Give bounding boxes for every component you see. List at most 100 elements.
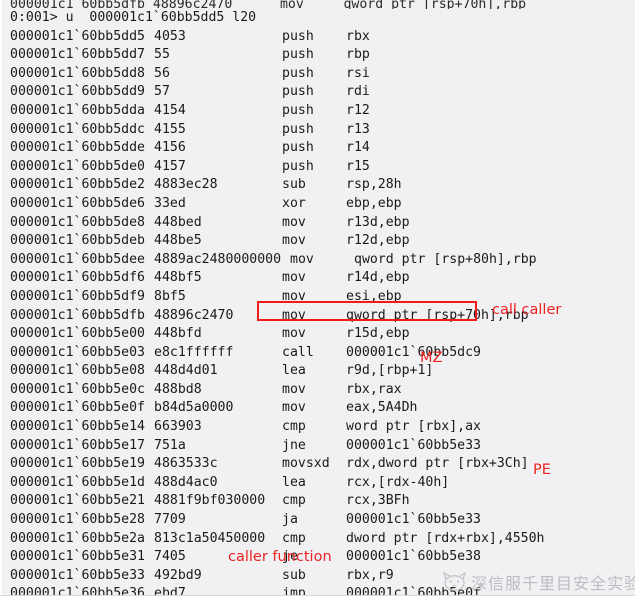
disassembly-row[interactable]: 000001c1`60bb5dd8 56 push rsi [2, 65, 635, 84]
instruction-mnemonic: jne [282, 437, 306, 453]
instruction-bytes: 4883ec28 [154, 177, 218, 193]
instruction-operands: word ptr [rbx],ax [346, 419, 481, 435]
disassembly-row[interactable]: 000001c1`60bb5deb 448be5 mov r12d,ebp [2, 232, 635, 251]
disassembly-row[interactable]: 000001c1`60bb5e03 e8c1ffffff call 000001c1`… [2, 344, 635, 363]
instruction-operands: r13 [346, 121, 370, 137]
watermark: 深信服千里目安全实验室 [442, 570, 635, 594]
instruction-mnemonic: mov [282, 233, 306, 249]
instruction-bytes: 57 [154, 84, 170, 100]
disassembly-row[interactable]: 000001c1`60bb5e14 663903 cmp word ptr [rbx]… [2, 418, 635, 437]
instruction-mnemonic: push [282, 102, 314, 118]
instruction-mnemonic: cmp [282, 493, 306, 509]
instruction-bytes: 813c1a50450000 [154, 530, 266, 546]
instruction-mnemonic: push [282, 121, 314, 137]
disassembly-pane[interactable]: 000001c1`60bb5dfb 48896c2470 mov qword p… [0, 0, 635, 595]
disassembly-row[interactable]: 000001c1`60bb5e08 448d4d01 lea r9d,[rbp+1] [2, 362, 635, 381]
instruction-operands: r13d,ebp [346, 214, 410, 230]
annotation-caller-function: caller function [228, 549, 332, 565]
instruction-bytes: 33ed [154, 195, 186, 211]
instruction-operands: qword ptr [rsp+80h],rbp [354, 251, 537, 267]
cat-icon [442, 572, 467, 591]
watermark-text: 深信服千里目安全实验室 [471, 574, 635, 593]
instruction-mnemonic: lea [282, 363, 306, 379]
disassembly-row[interactable]: 000001c1`60bb5e0c 488bd8 mov rbx,rax [2, 381, 635, 400]
instruction-address: 000001c1`60bb5e1d [10, 474, 145, 490]
instruction-address: 000001c1`60bb5e28 [10, 512, 145, 528]
disassembly-row[interactable]: 000001c1`60bb5dde 4156 push r14 [2, 139, 635, 158]
instruction-mnemonic: ja [282, 512, 298, 528]
instruction-bytes: 56 [154, 65, 170, 81]
instruction-operands: rcx,3BFh [346, 493, 410, 509]
annotation-mz-signature: MZ [420, 350, 443, 366]
disassembly-row[interactable]: 000001c1`60bb5de2 4883ec28 sub rsp,28h [2, 176, 635, 195]
instruction-bytes: 492bd9 [154, 567, 202, 583]
disassembly-row[interactable]: 000001c1`60bb5dd7 55 push rbp [2, 46, 635, 65]
disassembly-row[interactable]: 000001c1`60bb5de0 4157 push r15 [2, 158, 635, 177]
instruction-address: 000001c1`60bb5dd8 [10, 65, 145, 81]
instruction-bytes: ebd7 [154, 586, 186, 595]
instruction-operands: r12d,ebp [346, 233, 410, 249]
instruction-operands: r12 [346, 102, 370, 118]
instruction-mnemonic: cmp [282, 419, 306, 435]
instruction-operands: r14 [346, 140, 370, 156]
disassembly-row[interactable]: 000001c1`60bb5dd9 57 push rdi [2, 83, 635, 102]
instruction-bytes: 4157 [154, 158, 186, 174]
disassembly-row[interactable]: 000001c1`60bb5dee 4889ac2480000000 mov qwor… [2, 251, 635, 270]
annotation-call-caller: call caller [492, 302, 562, 318]
instruction-mnemonic: push [282, 84, 314, 100]
disassembly-row[interactable]: 000001c1`60bb5dd5 4053 push rbx [2, 28, 635, 47]
disassembly-row[interactable]: 000001c1`60bb5e28 7709 ja 000001c1`60bb5e33 [2, 511, 635, 530]
instruction-mnemonic: mov [282, 307, 306, 323]
instruction-mnemonic: push [282, 140, 314, 156]
instruction-address: 000001c1`60bb5de0 [10, 158, 145, 174]
disassembly-row[interactable]: 000001c1`60bb5e21 4881f9bf030000 cmp rcx,3B… [2, 492, 635, 511]
disassembly-row[interactable]: 000001c1`60bb5ddc 4155 push r13 [2, 121, 635, 140]
instruction-bytes: 4154 [154, 102, 186, 118]
instruction-mnemonic: cmp [282, 530, 306, 546]
instruction-bytes: 751a [154, 437, 186, 453]
instruction-mnemonic: jmp [282, 586, 306, 595]
disassembly-row[interactable]: 000001c1`60bb5dda 4154 push r12 [2, 102, 635, 121]
instruction-operands: dword ptr [rdx+rbx],4550h [346, 530, 545, 546]
instruction-mnemonic: push [282, 47, 314, 63]
instruction-mnemonic: mov [282, 214, 306, 230]
instruction-operands: rbx [346, 28, 370, 44]
disassembly-row[interactable]: 000001c1`60bb5df6 448bf5 mov r14d,ebp [2, 269, 635, 288]
instruction-operands: eax,5A4Dh [346, 400, 418, 416]
instruction-bytes: 48896c2470 [154, 307, 234, 323]
instruction-address: 000001c1`60bb5de8 [10, 214, 145, 230]
instruction-operands: rbp [346, 47, 370, 63]
disassembly-row[interactable]: 000001c1`60bb5e17 751a jne 000001c1`60bb5e3… [2, 437, 635, 456]
command-prompt-u[interactable]: 0:001> u 000001c1`60bb5dd5 l20 [2, 9, 635, 28]
instruction-bytes: 448d4d01 [154, 363, 218, 379]
instruction-bytes: 4156 [154, 140, 186, 156]
window-bottom-edge [0, 595, 635, 607]
instruction-bytes: 4863533c [154, 456, 218, 472]
instruction-operands: rbx,r9 [346, 567, 394, 583]
instruction-bytes: e8c1ffffff [154, 344, 234, 360]
instruction-address: 000001c1`60bb5dda [10, 102, 145, 118]
disassembly-row[interactable]: 000001c1`60bb5e0f b84d5a0000 mov eax,5A4Dh [2, 399, 635, 418]
instruction-operands: 000001c1`60bb5e33 [346, 437, 481, 453]
instruction-mnemonic: lea [282, 474, 306, 490]
instruction-mnemonic: push [282, 65, 314, 81]
instruction-mnemonic: movsxd [282, 456, 330, 472]
instruction-address: 000001c1`60bb5dd9 [10, 84, 145, 100]
disassembly-row[interactable]: 000001c1`60bb5de8 448bed mov r13d,ebp [2, 214, 635, 233]
instruction-mnemonic: sub [282, 177, 306, 193]
instruction-operands: r15 [346, 158, 370, 174]
instruction-address: 000001c1`60bb5e19 [10, 456, 145, 472]
instruction-operands: rsp,28h [346, 177, 402, 193]
instruction-operands: 000001c1`60bb5e33 [346, 512, 481, 528]
disassembly-row[interactable]: 000001c1`60bb5e2a 813c1a50450000 cmp dword … [2, 530, 635, 549]
instruction-address: 000001c1`60bb5dd5 [10, 28, 145, 44]
instruction-operands: rbx,rax [346, 381, 402, 397]
disassembly-row[interactable]: 000001c1`60bb5de6 33ed xor ebp,ebp [2, 195, 635, 214]
instruction-bytes: 488d4ac0 [154, 474, 218, 490]
instruction-bytes: 7709 [154, 512, 186, 528]
instruction-address: 000001c1`60bb5dd7 [10, 47, 145, 63]
instruction-address: 000001c1`60bb5de2 [10, 177, 145, 193]
instruction-operands: rsi [346, 65, 370, 81]
instruction-operands: rdx,dword ptr [rbx+3Ch] [346, 456, 529, 472]
disassembly-row[interactable]: 000001c1`60bb5e00 448bfd mov r15d,ebp [2, 325, 635, 344]
